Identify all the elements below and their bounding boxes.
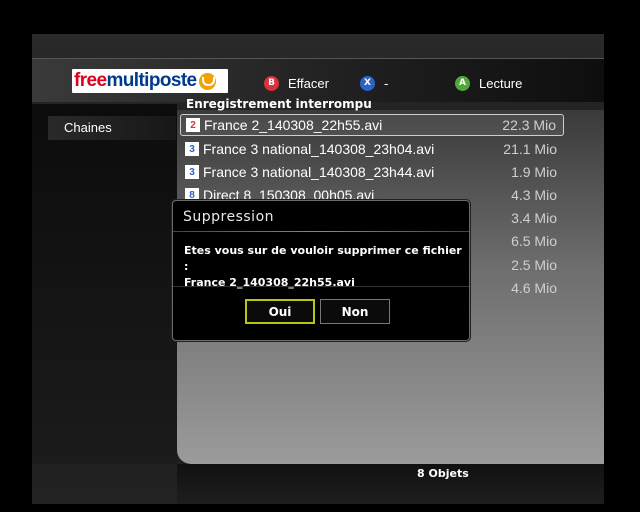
cancel-button[interactable]: Non bbox=[320, 299, 390, 324]
file-size: 1.9 Mio bbox=[511, 164, 557, 180]
file-size: 6.5 Mio bbox=[511, 233, 557, 249]
file-size: 4.6 Mio bbox=[511, 280, 557, 296]
file-size: 21.1 Mio bbox=[503, 141, 557, 157]
hint-effacer[interactable]: B Effacer bbox=[264, 74, 329, 92]
file-size: 4.3 Mio bbox=[511, 187, 557, 203]
object-count: 8 Objets bbox=[417, 467, 469, 480]
dialog-divider bbox=[173, 231, 469, 232]
b-button-icon: B bbox=[264, 75, 279, 91]
hint-label-lecture: Lecture bbox=[479, 75, 523, 91]
freemultiposte-logo: free multiposte bbox=[72, 69, 228, 93]
a-button-icon: A bbox=[455, 75, 470, 91]
dialog-message: Etes vous sur de vouloir supprimer ce fi… bbox=[184, 243, 464, 291]
hint-x[interactable]: X - bbox=[360, 74, 388, 92]
list-item[interactable]: 2 France 2_140308_22h55.avi 22.3 Mio bbox=[180, 114, 564, 136]
hint-label-effacer: Effacer bbox=[288, 75, 329, 91]
list-item[interactable]: 3 France 3 national_140308_23h04.avi 21.… bbox=[180, 138, 564, 160]
file-name: France 3 national_140308_23h44.avi bbox=[203, 164, 435, 180]
file-name: France 2_140308_22h55.avi bbox=[204, 117, 383, 133]
france2-channel-icon: 2 bbox=[186, 118, 200, 132]
dialog-divider bbox=[173, 286, 469, 287]
dialog-message-question: Etes vous sur de vouloir supprimer ce fi… bbox=[184, 244, 462, 273]
list-item[interactable]: 3 France 3 national_140308_23h44.avi 1.9… bbox=[180, 161, 564, 183]
x-button-icon: X bbox=[360, 75, 375, 91]
sidebar-item-chaines[interactable]: Chaines bbox=[48, 116, 176, 140]
logo-text-multiposte: multiposte bbox=[106, 70, 197, 91]
file-size: 3.4 Mio bbox=[511, 210, 557, 226]
france3-channel-icon: 3 bbox=[185, 142, 199, 156]
hint-label-x: - bbox=[384, 75, 389, 91]
logo-text-free: free bbox=[74, 70, 107, 91]
file-size: 22.3 Mio bbox=[502, 117, 556, 133]
dialog-message-filename: France 2_140308_22h55.avi bbox=[184, 276, 355, 289]
file-size: 2.5 Mio bbox=[511, 257, 557, 273]
footer-bar bbox=[177, 464, 604, 504]
hint-lecture[interactable]: A Lecture bbox=[455, 74, 522, 92]
screen: free multiposte B Effacer X - A Lecture C… bbox=[0, 0, 640, 512]
list-title: Enregistrement interrompu bbox=[186, 97, 372, 111]
dialog-title: Suppression bbox=[183, 209, 275, 225]
france3-channel-icon: 3 bbox=[185, 165, 199, 179]
sidebar bbox=[32, 104, 177, 464]
file-name: France 3 national_140308_23h04.avi bbox=[203, 141, 435, 157]
wifi-icon bbox=[198, 72, 216, 90]
confirm-button[interactable]: Oui bbox=[245, 299, 315, 324]
